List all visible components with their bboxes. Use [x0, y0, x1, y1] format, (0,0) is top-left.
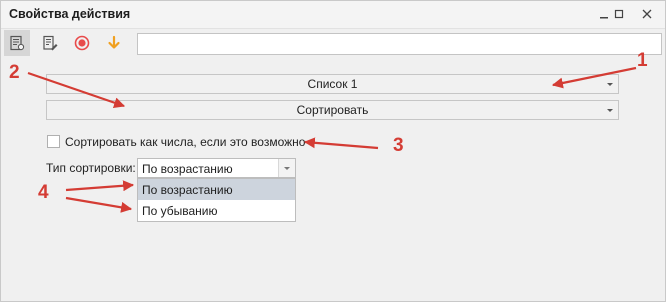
maximize-button[interactable] [608, 5, 630, 23]
record-icon [74, 35, 90, 51]
toolbar-input[interactable] [137, 33, 662, 55]
annotation-number-4: 4 [38, 182, 49, 203]
sort-type-dropdown: По возрастанию По убыванию [137, 178, 296, 222]
list-select-value: Список 1 [307, 77, 358, 91]
annotation-number-2: 2 [9, 62, 20, 83]
operation-select[interactable]: Сортировать [46, 100, 619, 120]
edit-icon [43, 35, 58, 51]
operation-select-value: Сортировать [296, 103, 369, 117]
chevron-down-icon [607, 83, 613, 86]
annotation-number-3: 3 [393, 135, 404, 156]
maximize-icon [614, 9, 624, 19]
chevron-down-icon[interactable] [278, 159, 295, 177]
window-title: Свойства действия [9, 7, 131, 21]
action-properties-window: Свойства действия Список 1 Сортировать С… [0, 0, 666, 302]
sort-type-value: По возрастанию [142, 162, 233, 176]
record-button[interactable] [69, 30, 95, 56]
title-bar: Свойства действия [1, 1, 665, 29]
close-button[interactable] [636, 5, 658, 23]
download-button[interactable] [101, 30, 127, 56]
chevron-down-icon [607, 109, 613, 112]
sort-option-descending[interactable]: По убыванию [138, 200, 295, 221]
sort-type-select[interactable]: По возрастанию [137, 158, 296, 178]
numeric-sort-label[interactable]: Сортировать как числа, если это возможно [65, 135, 305, 149]
close-icon [642, 9, 652, 19]
sort-type-label: Тип сортировки: [46, 161, 136, 175]
sort-option-ascending[interactable]: По возрастанию [138, 179, 295, 200]
list-select[interactable]: Список 1 [46, 74, 619, 94]
download-arrow-icon [108, 35, 120, 49]
properties-icon [10, 35, 25, 51]
numeric-sort-checkbox[interactable] [47, 135, 60, 148]
edit-button[interactable] [37, 30, 63, 56]
annotation-number-1: 1 [637, 50, 648, 71]
toolbar [1, 29, 665, 57]
properties-button[interactable] [4, 30, 30, 56]
